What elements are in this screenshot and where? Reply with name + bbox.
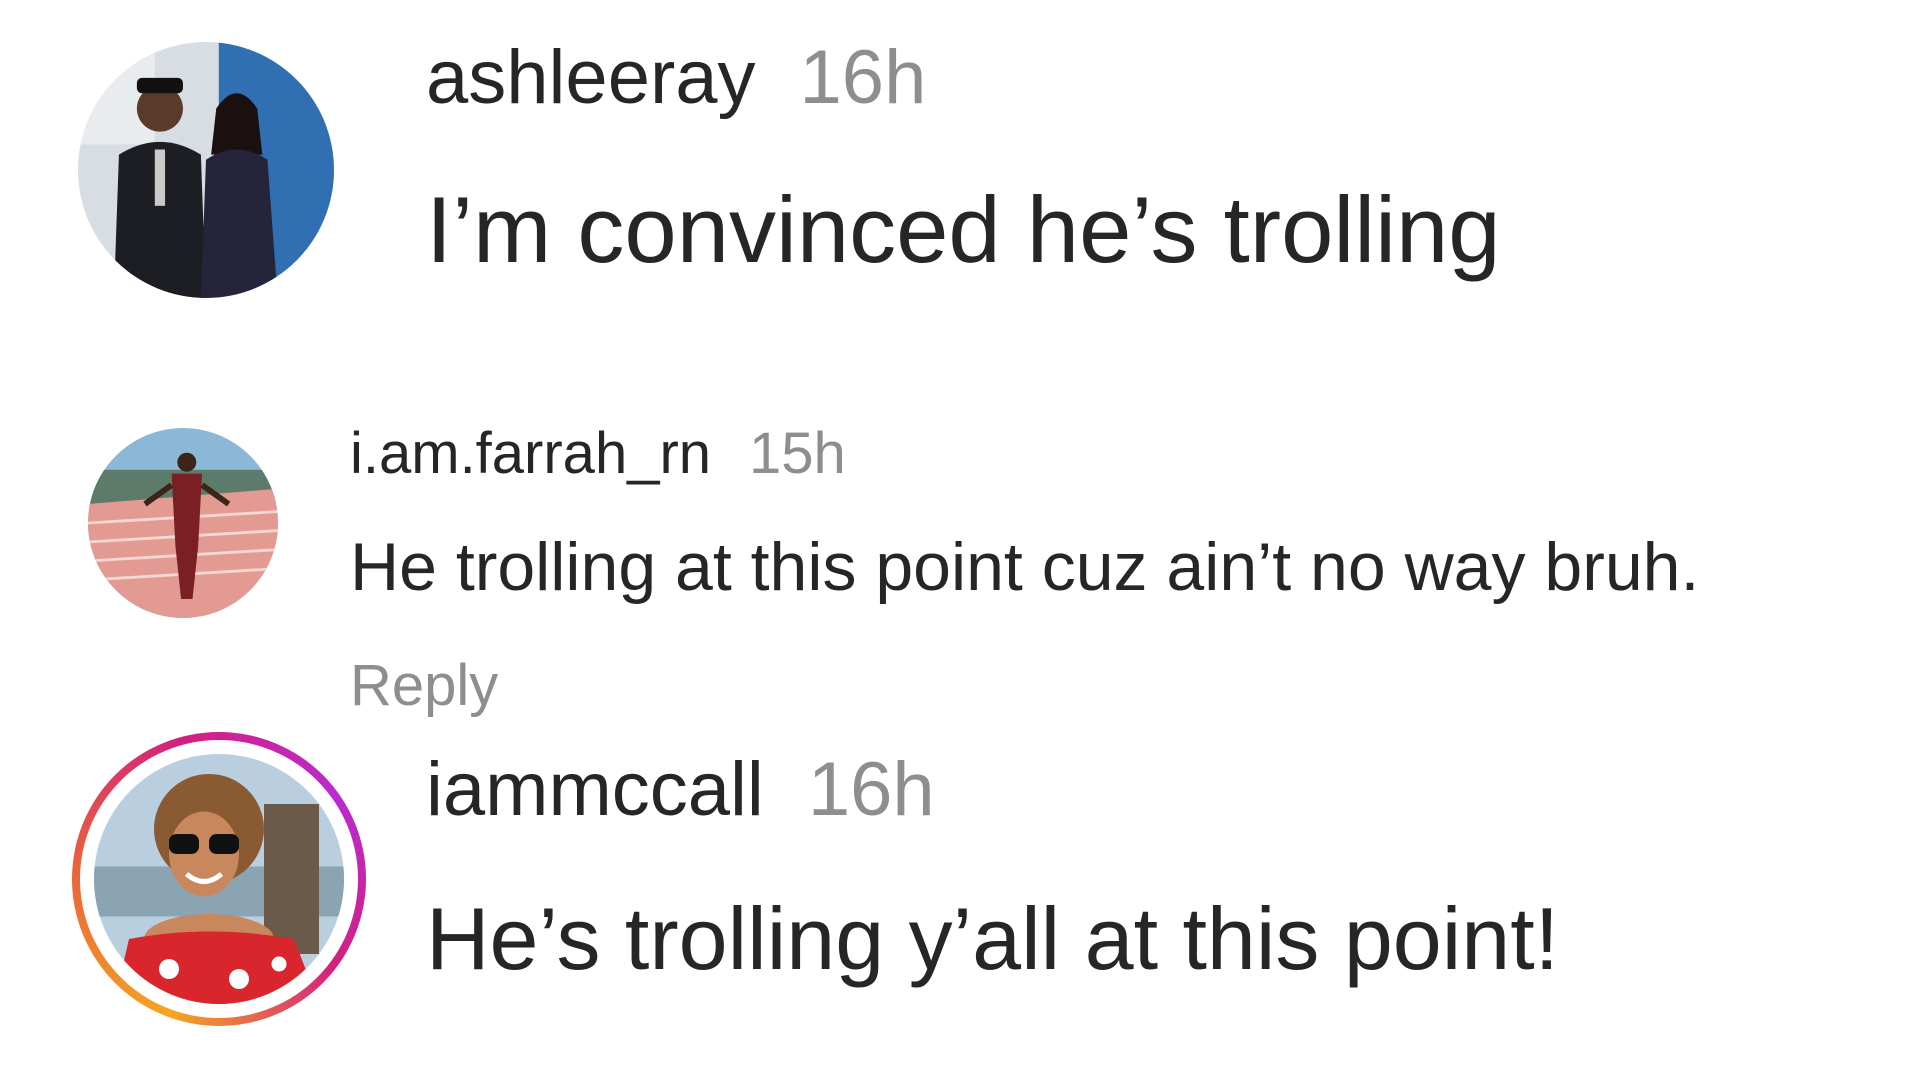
avatar[interactable] xyxy=(94,754,344,1004)
username[interactable]: i.am.farrah_rn xyxy=(350,421,711,486)
timestamp: 16h xyxy=(807,747,935,832)
comment-meta: iammccall 16h xyxy=(426,746,935,833)
comment-meta: i.am.farrah_rn 15h xyxy=(350,420,846,487)
reply-button[interactable]: Reply xyxy=(350,652,498,719)
timestamp: 16h xyxy=(799,35,927,120)
avatar[interactable] xyxy=(78,42,334,298)
username[interactable]: iammccall xyxy=(426,747,764,832)
comment-text: He trolling at this point cuz ain’t no w… xyxy=(350,529,1700,605)
comment-text: I’m convinced he’s trolling xyxy=(426,177,1501,282)
avatar[interactable] xyxy=(88,428,278,618)
profile-photo-icon xyxy=(78,42,334,298)
username[interactable]: ashleeray xyxy=(426,35,756,120)
comment-text: He’s trolling y’all at this point! xyxy=(426,889,1560,988)
profile-photo-icon xyxy=(88,428,278,618)
profile-photo-icon xyxy=(94,754,344,1004)
comment-meta: ashleeray 16h xyxy=(426,34,926,121)
timestamp: 15h xyxy=(749,421,846,486)
